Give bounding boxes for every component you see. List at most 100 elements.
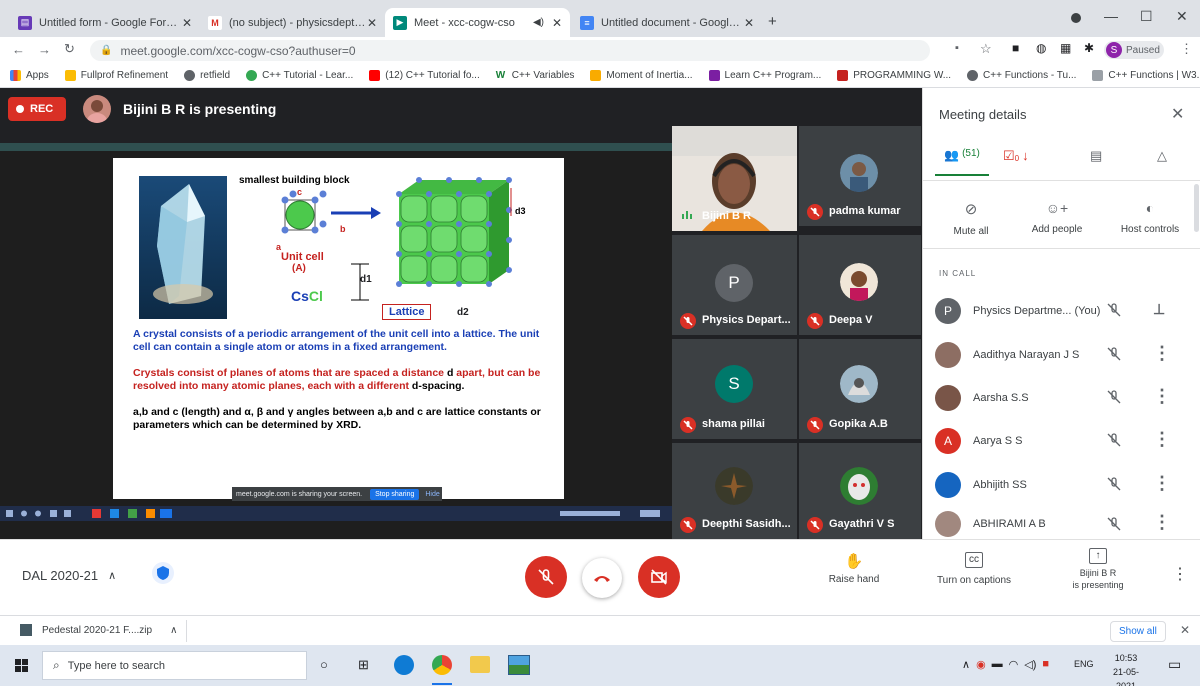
presenting-line-2: is presenting bbox=[1072, 580, 1124, 590]
download-item[interactable]: Pedestal 2020-21 F....zip ∧ bbox=[20, 624, 177, 636]
participant-tile[interactable]: Deepa V bbox=[799, 235, 921, 335]
forward-icon[interactable]: → bbox=[38, 42, 51, 57]
participant-tile[interactable]: Deepthi Sasidh... bbox=[672, 443, 797, 539]
arrow-down-icon: ↓ bbox=[1022, 148, 1029, 163]
chrome-icon[interactable] bbox=[432, 655, 452, 675]
more-options-icon[interactable]: ⋮ bbox=[1153, 512, 1171, 533]
participant-tile[interactable]: P Physics Depart... bbox=[672, 235, 797, 335]
bookmark-item[interactable]: (12) C++ Tutorial fo... bbox=[369, 69, 480, 81]
mic-toggle-button[interactable] bbox=[525, 556, 567, 598]
bookmark-item[interactable]: C++ Functions | W3... bbox=[1092, 69, 1200, 81]
add-people-button[interactable]: ☺+ Add people bbox=[1021, 200, 1093, 235]
edge-icon[interactable] bbox=[394, 655, 414, 675]
more-options-icon[interactable]: ⋮ bbox=[1153, 429, 1171, 450]
close-panel-button[interactable]: ✕ bbox=[1171, 104, 1184, 124]
participant-row[interactable]: A Aarya S S ⋮ bbox=[935, 423, 1185, 459]
close-icon[interactable]: ✕ bbox=[1180, 623, 1190, 637]
bookmark-item[interactable]: Fullprof Refinement bbox=[64, 69, 168, 81]
bookmark-item[interactable]: Moment of Inertia... bbox=[590, 69, 693, 81]
tab-activities[interactable]: ☑ 0 ↓ bbox=[1003, 148, 1029, 164]
stop-sharing-button[interactable]: Stop sharing bbox=[370, 488, 420, 500]
bookmark-item[interactable]: retfield bbox=[184, 69, 230, 81]
camera-toggle-button[interactable] bbox=[638, 556, 680, 598]
participant-tile[interactable]: S shama pillai bbox=[672, 339, 797, 439]
star-icon[interactable]: ☆ bbox=[980, 41, 992, 57]
tab-activities-shapes[interactable]: △ bbox=[1157, 148, 1167, 164]
windows-start-icon[interactable] bbox=[15, 659, 28, 672]
clock[interactable]: 10:53 21-05-2021 bbox=[1104, 651, 1148, 686]
camera-icon[interactable]: ▪ bbox=[955, 42, 959, 54]
participant-tile[interactable]: padma kumar bbox=[799, 126, 921, 226]
language-indicator[interactable]: ENG bbox=[1074, 659, 1094, 669]
mic-off-icon bbox=[680, 417, 696, 433]
tab-gmail[interactable]: M (no subject) - physicsdept@vtmn ✕ bbox=[200, 8, 385, 37]
participant-tile[interactable]: Gayathri V S bbox=[799, 443, 921, 539]
more-options-icon[interactable]: ⋮ bbox=[1172, 564, 1188, 584]
address-bar[interactable]: 🔒 meet.google.com/xcc-cogw-cso?authuser=… bbox=[90, 40, 930, 61]
more-options-icon[interactable]: ⋮ bbox=[1153, 386, 1171, 407]
reload-icon[interactable]: ↻ bbox=[64, 41, 75, 57]
participant-row[interactable]: Abhijith SS ⋮ bbox=[935, 467, 1185, 503]
close-icon[interactable]: ✕ bbox=[182, 16, 192, 30]
participant-name: padma kumar bbox=[829, 205, 901, 217]
extension-icon[interactable]: ■ bbox=[1012, 41, 1019, 55]
chevron-up-icon[interactable]: ∧ bbox=[170, 625, 177, 636]
more-options-icon[interactable]: ⋮ bbox=[1153, 343, 1171, 364]
host-controls-button[interactable]: ◐ Host controls bbox=[1107, 200, 1193, 235]
panel-scrollbar[interactable] bbox=[1194, 184, 1199, 232]
kebab-menu-icon[interactable]: ⋮ bbox=[1180, 41, 1193, 57]
tab-people[interactable]: 👥 (51) bbox=[935, 148, 989, 176]
system-tray[interactable]: ∧ ◉ ▬ ◠ ◁) ■ bbox=[962, 658, 1049, 671]
participant-name: Physics Departme... (You) bbox=[973, 305, 1101, 317]
minimize-button[interactable]: — bbox=[1104, 8, 1118, 24]
more-options-icon[interactable]: ⋮ bbox=[1153, 473, 1171, 494]
notification-center-icon[interactable]: ▭ bbox=[1168, 656, 1181, 673]
profile-button[interactable]: S Paused bbox=[1104, 41, 1164, 59]
meeting-details-toggle[interactable]: DAL 2020-21 ∧ bbox=[22, 568, 116, 583]
participant-row[interactable]: ABHIRAMI A B ⋮ bbox=[935, 510, 1185, 538]
taskbar-search-box[interactable]: ⌕ Type here to search bbox=[42, 651, 307, 680]
new-tab-button[interactable]: + bbox=[768, 13, 777, 30]
participant-tile-video[interactable]: Bijini B R bbox=[672, 126, 797, 231]
close-icon[interactable]: ✕ bbox=[552, 16, 562, 30]
task-view-icon[interactable]: ⊞ bbox=[358, 657, 369, 673]
cortana-icon[interactable]: ○ bbox=[320, 657, 328, 672]
tab-google-docs[interactable]: ≡ Untitled document - Google Doc ✕ bbox=[572, 8, 762, 37]
recording-badge: REC bbox=[8, 97, 66, 121]
tab-meet[interactable]: ▶ Meet - xcc-cogw-cso ◀) ✕ bbox=[385, 8, 570, 37]
participant-tile[interactable]: Gopika A.B bbox=[799, 339, 921, 439]
tab-google-forms[interactable]: ▤ Untitled form - Google Forms ✕ bbox=[10, 8, 200, 37]
file-explorer-icon[interactable] bbox=[470, 656, 490, 673]
back-icon[interactable]: ← bbox=[12, 42, 25, 57]
security-shield-icon[interactable] bbox=[152, 562, 174, 584]
extensions-puzzle-icon[interactable]: ✱ bbox=[1084, 41, 1094, 55]
raise-hand-button[interactable]: ✋ Raise hand bbox=[820, 552, 888, 585]
close-icon[interactable]: ✕ bbox=[367, 16, 377, 30]
speaker-icon[interactable]: ◀) bbox=[533, 17, 544, 28]
leave-call-button[interactable] bbox=[582, 558, 622, 598]
maximize-button[interactable]: ☐ bbox=[1140, 8, 1153, 25]
close-window-button[interactable]: ✕ bbox=[1176, 8, 1188, 25]
bookmark-item[interactable]: Learn C++ Program... bbox=[708, 69, 821, 81]
captions-button[interactable]: cc Turn on captions bbox=[928, 552, 1020, 586]
participant-name: Deepthi Sasidh... bbox=[702, 518, 791, 530]
tab-chat[interactable]: ▤ bbox=[1090, 148, 1102, 164]
hide-sharing-bar-button[interactable]: Hide bbox=[425, 491, 439, 498]
bookmark-item[interactable]: W C++ Variables bbox=[495, 69, 574, 81]
presenting-status-button[interactable]: ↑ Bijini B R is presenting bbox=[1056, 548, 1140, 590]
captions-label: Turn on captions bbox=[936, 575, 1012, 586]
extension-icon[interactable]: ◍ bbox=[1036, 41, 1046, 55]
bookmark-item[interactable]: C++ Tutorial - Lear... bbox=[246, 69, 353, 81]
mute-all-button[interactable]: ⊘ Mute all bbox=[935, 200, 1007, 237]
bookmark-apps[interactable]: Apps bbox=[10, 69, 49, 81]
pin-icon[interactable]: ⊥ bbox=[1153, 301, 1165, 318]
participant-row[interactable]: Aadithya Narayan J S ⋮ bbox=[935, 337, 1185, 373]
extension-icon[interactable]: ▦ bbox=[1060, 41, 1071, 55]
photos-app-icon[interactable] bbox=[508, 655, 530, 675]
bookmark-item[interactable]: C++ Functions - Tu... bbox=[967, 69, 1076, 81]
close-icon[interactable]: ✕ bbox=[744, 16, 754, 30]
bookmark-item[interactable]: PROGRAMMING W... bbox=[837, 69, 951, 81]
show-all-button[interactable]: Show all bbox=[1110, 621, 1166, 642]
participant-row[interactable]: P Physics Departme... (You) ⊥ bbox=[935, 293, 1185, 329]
participant-row[interactable]: Aarsha S.S ⋮ bbox=[935, 380, 1185, 416]
